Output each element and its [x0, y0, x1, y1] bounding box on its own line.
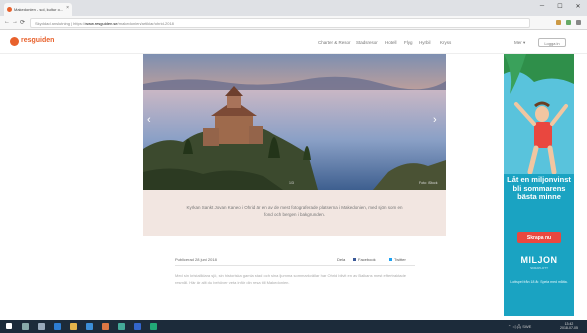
site-favicon-icon — [7, 7, 12, 12]
nav-item-hyrbil[interactable]: Hyrbil — [419, 40, 431, 45]
share-label: Dela — [337, 257, 346, 262]
edge-icon[interactable] — [54, 323, 61, 330]
start-icon[interactable] — [6, 323, 12, 329]
reload-icon[interactable]: ⟳ — [20, 19, 25, 26]
store-icon[interactable] — [86, 323, 93, 330]
login-button[interactable]: Logga in — [538, 38, 566, 47]
chrome-icon[interactable] — [118, 323, 125, 330]
back-icon[interactable]: ← — [4, 19, 10, 25]
lake-church-photo — [143, 54, 446, 190]
ad-brand: MILJON — [520, 255, 558, 265]
url-field[interactable]: Skyddad anslutning | https://www.resguid… — [30, 18, 530, 28]
nav-item-more[interactable]: Mer ▾ — [514, 40, 525, 46]
ad-headline: Låt en miljonvinst bli sommarens bästa m… — [507, 175, 571, 201]
forward-icon[interactable]: → — [12, 19, 18, 25]
facebook-label: Facebook — [358, 257, 376, 262]
ad-brand-sub: SKRAPLOTT — [530, 266, 548, 270]
share-facebook-button[interactable]: Facebook — [353, 257, 376, 262]
search-icon[interactable] — [22, 323, 29, 330]
excel-icon[interactable] — [150, 323, 157, 330]
menu-icon[interactable] — [576, 20, 581, 25]
browser-tab[interactable]: Makedonien - sol, kultur o... × — [4, 3, 72, 16]
slide-counter: 1/3 — [289, 181, 294, 185]
twitter-label: Twitter — [394, 257, 406, 262]
article-body: Med sin kristallklara sjö, sin historisk… — [175, 273, 406, 285]
system-tray[interactable]: ⌃ ◁ 🖧 SWE — [508, 324, 531, 331]
task-view-icon[interactable] — [38, 323, 45, 330]
ad-disclaimer: Lottspel från 18 år. Spela med måtta. — [510, 280, 568, 284]
address-toolbar: ← → ⟳ Skyddad anslutning | https://www.r… — [0, 16, 587, 30]
extension-icon[interactable] — [566, 20, 571, 25]
url-prefix: Skyddad anslutning | https:// — [35, 21, 86, 26]
taskbar-clock[interactable]: 13:42 2018-07-05 — [556, 322, 582, 330]
extension-icon[interactable] — [556, 20, 561, 25]
twitter-icon — [389, 258, 392, 261]
logo-icon[interactable] — [10, 37, 19, 46]
clock-date: 2018-07-05 — [560, 326, 578, 330]
tab-close-icon[interactable]: × — [66, 5, 69, 11]
browser-tab-bar: Makedonien - sol, kultur o... × ─ ☐ ✕ — [0, 0, 587, 16]
publish-date: Publicerad 28 juni 2018 — [175, 257, 217, 262]
site-header: resguiden Charter & Resor Stadsresor Hot… — [0, 30, 587, 54]
maximize-icon[interactable]: ☐ — [554, 3, 566, 10]
mail-icon[interactable] — [102, 323, 109, 330]
nav-item-hotell[interactable]: Hotell — [385, 40, 397, 45]
photo-credit: Foto: iStock — [419, 181, 438, 185]
carousel-next-icon[interactable]: › — [433, 114, 437, 126]
ad-banner[interactable]: Låt en miljonvinst bli sommarens bästa m… — [504, 54, 574, 316]
explorer-icon[interactable] — [70, 323, 77, 330]
ad-cta-button[interactable]: Skrapa nu — [517, 232, 561, 243]
url-path: /makedonien/artiklar/ohrid-2018 — [117, 21, 174, 26]
window-close-icon[interactable]: ✕ — [572, 3, 584, 10]
article-meta: Publicerad 28 juni 2018 Dela Facebook Tw… — [175, 256, 415, 266]
hero-image: ‹ › 1/3 Foto: iStock — [143, 54, 446, 190]
url-domain: www.resguiden.se — [85, 21, 118, 26]
word-icon[interactable] — [134, 323, 141, 330]
share-twitter-button[interactable]: Twitter — [389, 257, 406, 262]
tab-title: Makedonien - sol, kultur o... — [14, 7, 64, 12]
nav-item-charter[interactable]: Charter & Resor — [318, 40, 351, 45]
windows-taskbar: ⌃ ◁ 🖧 SWE 13:42 2018-07-05 — [0, 320, 587, 333]
image-caption: Kyrkan Sankt Jovan Kaneo i Ohrid är en a… — [143, 190, 446, 236]
nav-item-kryss[interactable]: Kryss — [440, 40, 451, 45]
carousel-prev-icon[interactable]: ‹ — [147, 114, 151, 126]
minimize-icon[interactable]: ─ — [536, 3, 548, 9]
ad-beach-illustration — [504, 54, 574, 175]
nav-item-stadsresor[interactable]: Stadsresor — [356, 40, 378, 45]
nav-item-flyg[interactable]: Flyg — [404, 40, 413, 45]
facebook-icon — [353, 258, 356, 261]
site-logo[interactable]: resguiden — [21, 37, 54, 44]
